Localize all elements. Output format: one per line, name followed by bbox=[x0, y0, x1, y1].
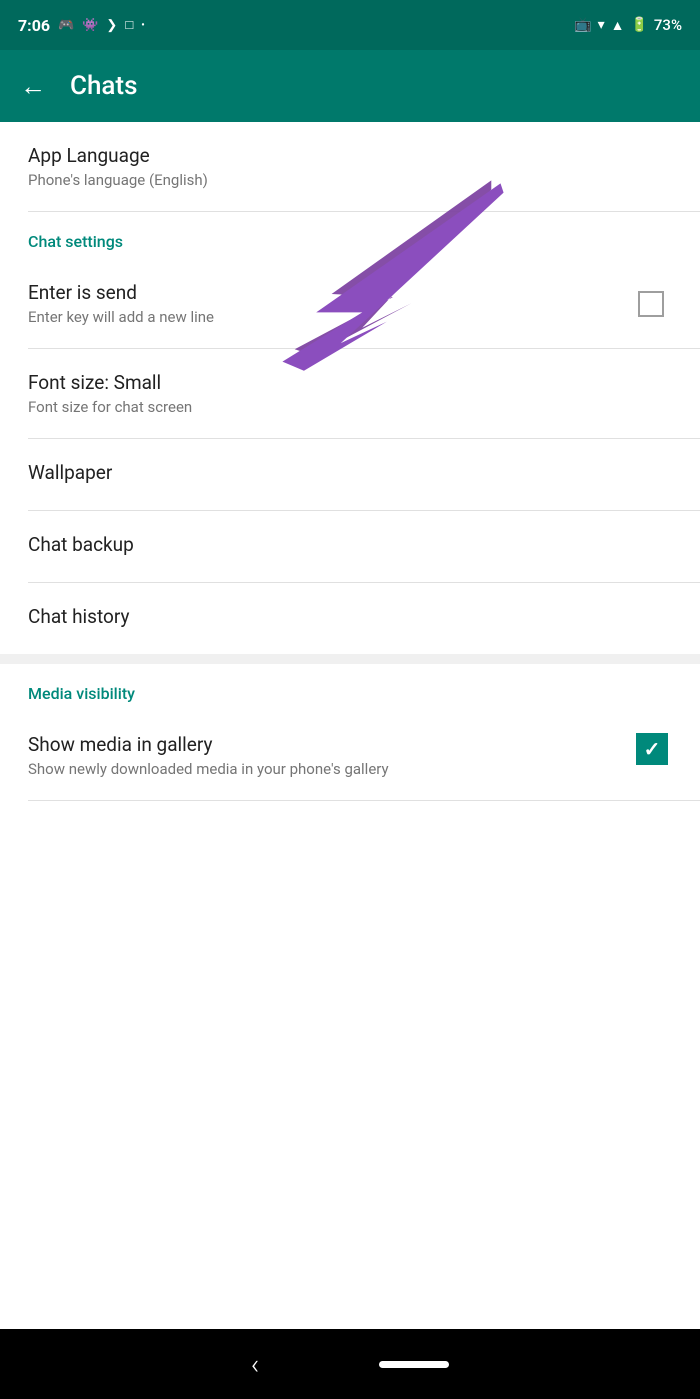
settings-content: App Language Phone's language (English) … bbox=[0, 122, 700, 801]
font-size-item[interactable]: Font size: Small Font size for chat scre… bbox=[0, 349, 700, 438]
signal-icon: ▲ bbox=[611, 17, 625, 34]
app-language-subtitle: Phone's language (English) bbox=[28, 171, 672, 189]
status-bar: 7:06 🎮 👾 ❯ □ • 📺 ▾ ▲ 🔋 73% bbox=[0, 0, 700, 50]
nav-bar: ‹ bbox=[0, 1329, 700, 1399]
media-visibility-header: Media visibility bbox=[0, 664, 700, 711]
status-right: 📺 ▾ ▲ 🔋 73% bbox=[574, 16, 682, 34]
divider-6 bbox=[28, 800, 700, 801]
notif-icon-2: 👾 bbox=[82, 18, 98, 33]
battery-icon: 🔋 bbox=[630, 17, 647, 33]
header: ← Chats bbox=[0, 50, 700, 122]
font-size-title: Font size: Small bbox=[28, 371, 672, 394]
font-size-subtitle: Font size for chat screen bbox=[28, 398, 672, 416]
enter-is-send-checkbox[interactable] bbox=[638, 291, 664, 317]
battery-percent: 73% bbox=[654, 16, 682, 34]
page-title: Chats bbox=[70, 71, 137, 101]
nav-home-indicator bbox=[379, 1361, 449, 1368]
enter-is-send-title: Enter is send bbox=[28, 281, 638, 304]
chat-history-title: Chat history bbox=[28, 605, 672, 628]
back-button[interactable]: ← bbox=[20, 71, 46, 102]
chat-backup-item[interactable]: Chat backup bbox=[0, 511, 700, 582]
app-language-title: App Language bbox=[28, 144, 672, 167]
notif-icon-3: ❯ bbox=[106, 18, 117, 33]
show-media-subtitle: Show newly downloaded media in your phon… bbox=[28, 760, 636, 778]
nav-back-button[interactable]: ‹ bbox=[251, 1348, 259, 1381]
show-media-checkbox[interactable] bbox=[636, 733, 668, 765]
wallpaper-item[interactable]: Wallpaper bbox=[0, 439, 700, 510]
status-left: 7:06 🎮 👾 ❯ □ • bbox=[18, 16, 145, 35]
chat-history-item[interactable]: Chat history bbox=[0, 583, 700, 654]
notif-icon-1: 🎮 bbox=[58, 18, 74, 33]
wifi-icon: ▾ bbox=[598, 17, 605, 33]
show-media-title: Show media in gallery bbox=[28, 733, 636, 756]
show-media-item[interactable]: Show media in gallery Show newly downloa… bbox=[0, 711, 700, 800]
status-time: 7:06 bbox=[18, 16, 50, 35]
section-divider-1 bbox=[0, 654, 700, 664]
chat-settings-header: Chat settings bbox=[0, 212, 700, 259]
notif-dot: • bbox=[141, 20, 145, 31]
app-language-item[interactable]: App Language Phone's language (English) bbox=[0, 122, 700, 211]
enter-is-send-subtitle: Enter key will add a new line bbox=[28, 308, 638, 326]
notif-icon-4: □ bbox=[125, 17, 133, 33]
enter-is-send-item[interactable]: Enter is send Enter key will add a new l… bbox=[0, 259, 700, 348]
chat-backup-title: Chat backup bbox=[28, 533, 672, 556]
wallpaper-title: Wallpaper bbox=[28, 461, 672, 484]
cast-icon: 📺 bbox=[574, 17, 591, 33]
